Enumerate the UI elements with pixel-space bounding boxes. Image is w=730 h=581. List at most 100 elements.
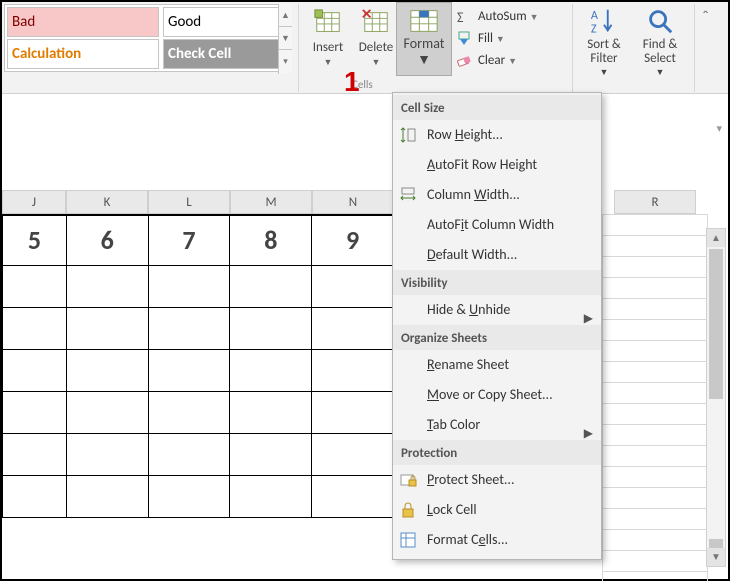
cell[interactable] (603, 509, 708, 530)
cell[interactable] (66, 265, 148, 307)
gallery-down-icon[interactable]: ▼ (279, 27, 292, 50)
style-bad[interactable]: Bad (7, 7, 159, 37)
colhdr-N[interactable]: N (312, 190, 394, 214)
style-calculation[interactable]: Calculation (7, 39, 159, 69)
cell[interactable] (66, 391, 148, 433)
cell[interactable] (603, 215, 708, 236)
cell[interactable] (312, 307, 394, 349)
sort-filter-button[interactable]: AZ Sort & Filter ▼ (578, 6, 630, 80)
cell[interactable] (603, 488, 708, 509)
cell[interactable]: 7 (148, 215, 230, 265)
cell[interactable] (66, 475, 148, 517)
menu-autofit-column-width[interactable]: AutoFit Column Width (393, 210, 601, 240)
cell[interactable] (148, 475, 230, 517)
cell[interactable]: 6 (66, 215, 148, 265)
cell[interactable]: 8 (230, 215, 312, 265)
cell[interactable] (603, 446, 708, 467)
cell[interactable] (603, 530, 708, 551)
cell[interactable]: 9 (312, 215, 394, 265)
cell[interactable] (3, 349, 67, 391)
cell[interactable] (603, 362, 708, 383)
cell[interactable] (603, 341, 708, 362)
cell[interactable] (66, 349, 148, 391)
gallery-up-icon[interactable]: ▲ (279, 4, 292, 27)
cell[interactable] (148, 433, 230, 475)
cell[interactable] (3, 391, 67, 433)
cell[interactable] (312, 475, 394, 517)
colhdr-L[interactable]: L (148, 190, 230, 214)
scroll-down-icon[interactable]: ▼ (707, 548, 725, 566)
cell[interactable] (603, 299, 708, 320)
sort-icon: AZ (589, 6, 619, 36)
colhdr-J[interactable]: J (2, 190, 66, 214)
worksheet[interactable]: ▾ J K L M N R 56789 ▲ ▼ (2, 120, 728, 579)
menu-rename-sheet[interactable]: Rename Sheet (393, 350, 601, 380)
format-button[interactable]: Format ▼ (396, 2, 452, 76)
cell[interactable] (603, 278, 708, 299)
menu-column-width[interactable]: Column Width... (393, 180, 601, 210)
menu-move-copy[interactable]: Move or Copy Sheet... (393, 380, 601, 410)
cell[interactable] (230, 307, 312, 349)
cell[interactable] (603, 320, 708, 341)
cell-styles-gallery[interactable]: Bad Good Calculation Check Cell ▲ ▼ ▾ (4, 4, 292, 72)
cell[interactable] (312, 433, 394, 475)
formula-bar-expand-icon[interactable]: ▾ (716, 122, 722, 135)
cell[interactable] (3, 433, 67, 475)
colhdr-K[interactable]: K (66, 190, 148, 214)
cell[interactable] (312, 391, 394, 433)
cell[interactable] (230, 433, 312, 475)
find-select-button[interactable]: Find & Select ▼ (634, 6, 686, 80)
menu-format-cells[interactable]: Format Cells... (393, 525, 601, 555)
scroll-thumb[interactable] (709, 249, 723, 399)
cell[interactable] (148, 349, 230, 391)
cell[interactable] (312, 265, 394, 307)
cell[interactable] (230, 265, 312, 307)
gallery-more-icon[interactable]: ▾ (279, 50, 292, 73)
cell[interactable] (603, 383, 708, 404)
cell[interactable] (148, 265, 230, 307)
menu-row-height[interactable]: Row Height... (393, 120, 601, 150)
vertical-scrollbar[interactable]: ▲ ▼ (706, 228, 726, 567)
menu-lock-cell[interactable]: Lock Cell (393, 495, 601, 525)
cell[interactable] (603, 236, 708, 257)
delete-label: Delete (352, 40, 400, 55)
cell[interactable] (230, 475, 312, 517)
cell[interactable] (603, 257, 708, 278)
style-check-cell[interactable]: Check Cell (163, 39, 287, 69)
menu-default-width[interactable]: Default Width... (393, 240, 601, 270)
cell[interactable] (230, 391, 312, 433)
cell[interactable] (3, 307, 67, 349)
gallery-scroll[interactable]: ▲ ▼ ▾ (278, 4, 292, 74)
cell[interactable] (603, 425, 708, 446)
cell[interactable] (312, 349, 394, 391)
menu-hide-unhide[interactable]: Hide & Unhide ▶ (393, 295, 601, 325)
cell[interactable] (3, 265, 67, 307)
clear-button[interactable]: Clear ▼ (456, 50, 568, 72)
colhdr-M[interactable]: M (230, 190, 312, 214)
menu-protect-sheet[interactable]: Protect Sheet... (393, 465, 601, 495)
cell[interactable] (603, 404, 708, 425)
menu-section-protection: Protection (393, 440, 601, 465)
cell[interactable] (3, 475, 67, 517)
colhdr-R[interactable]: R (614, 190, 696, 214)
autosum-button[interactable]: Σ AutoSum ▼ (456, 6, 568, 28)
insert-button[interactable]: Insert ▼ (304, 4, 352, 74)
cell[interactable] (603, 572, 708, 581)
fill-button[interactable]: Fill ▼ (456, 28, 568, 50)
grid-right[interactable] (602, 214, 708, 579)
menu-autofit-row-height[interactable]: AutoFit Row Height (393, 150, 601, 180)
cell[interactable] (66, 307, 148, 349)
style-good[interactable]: Good (163, 7, 287, 37)
cell[interactable] (603, 467, 708, 488)
cell[interactable] (148, 307, 230, 349)
scroll-up-icon[interactable]: ▲ (707, 229, 725, 247)
menu-tab-color[interactable]: Tab Color ▶ (393, 410, 601, 440)
cell[interactable] (603, 551, 708, 572)
ribbon-options-icon[interactable]: ˆ (702, 6, 709, 28)
data-grid[interactable]: 56789 (2, 214, 394, 579)
cell[interactable] (230, 349, 312, 391)
cell[interactable] (148, 391, 230, 433)
cell[interactable] (66, 433, 148, 475)
cell[interactable]: 5 (3, 215, 67, 265)
delete-button[interactable]: Delete ▼ (352, 4, 400, 74)
